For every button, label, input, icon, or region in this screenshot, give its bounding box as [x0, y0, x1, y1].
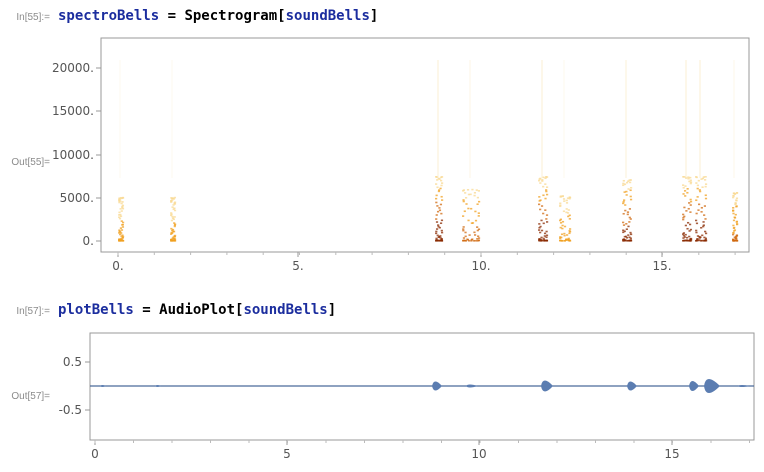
x-tick-label: 0 — [91, 447, 99, 461]
waveform-burst — [541, 380, 553, 392]
waveform-burst — [100, 385, 106, 387]
waveform-burst — [704, 379, 720, 393]
x-tick-label: 5 — [283, 447, 291, 461]
waveform-burst — [432, 381, 442, 391]
audio-plot-axes: 0 5 10 15 0.5 -0.5 — [59, 355, 754, 461]
x-tick-label: 10 — [471, 447, 486, 461]
waveform-burst — [466, 384, 478, 388]
y-tick-label: 0.5 — [63, 355, 82, 369]
audio-plot[interactable]: 0 5 10 15 0.5 -0.5 — [0, 0, 764, 472]
waveform-burst — [155, 385, 161, 387]
waveform-burst — [627, 381, 637, 391]
waveform-burst — [689, 381, 699, 391]
waveform-burst — [738, 385, 750, 387]
y-tick-label: -0.5 — [59, 403, 82, 417]
x-tick-label: 15 — [664, 447, 679, 461]
